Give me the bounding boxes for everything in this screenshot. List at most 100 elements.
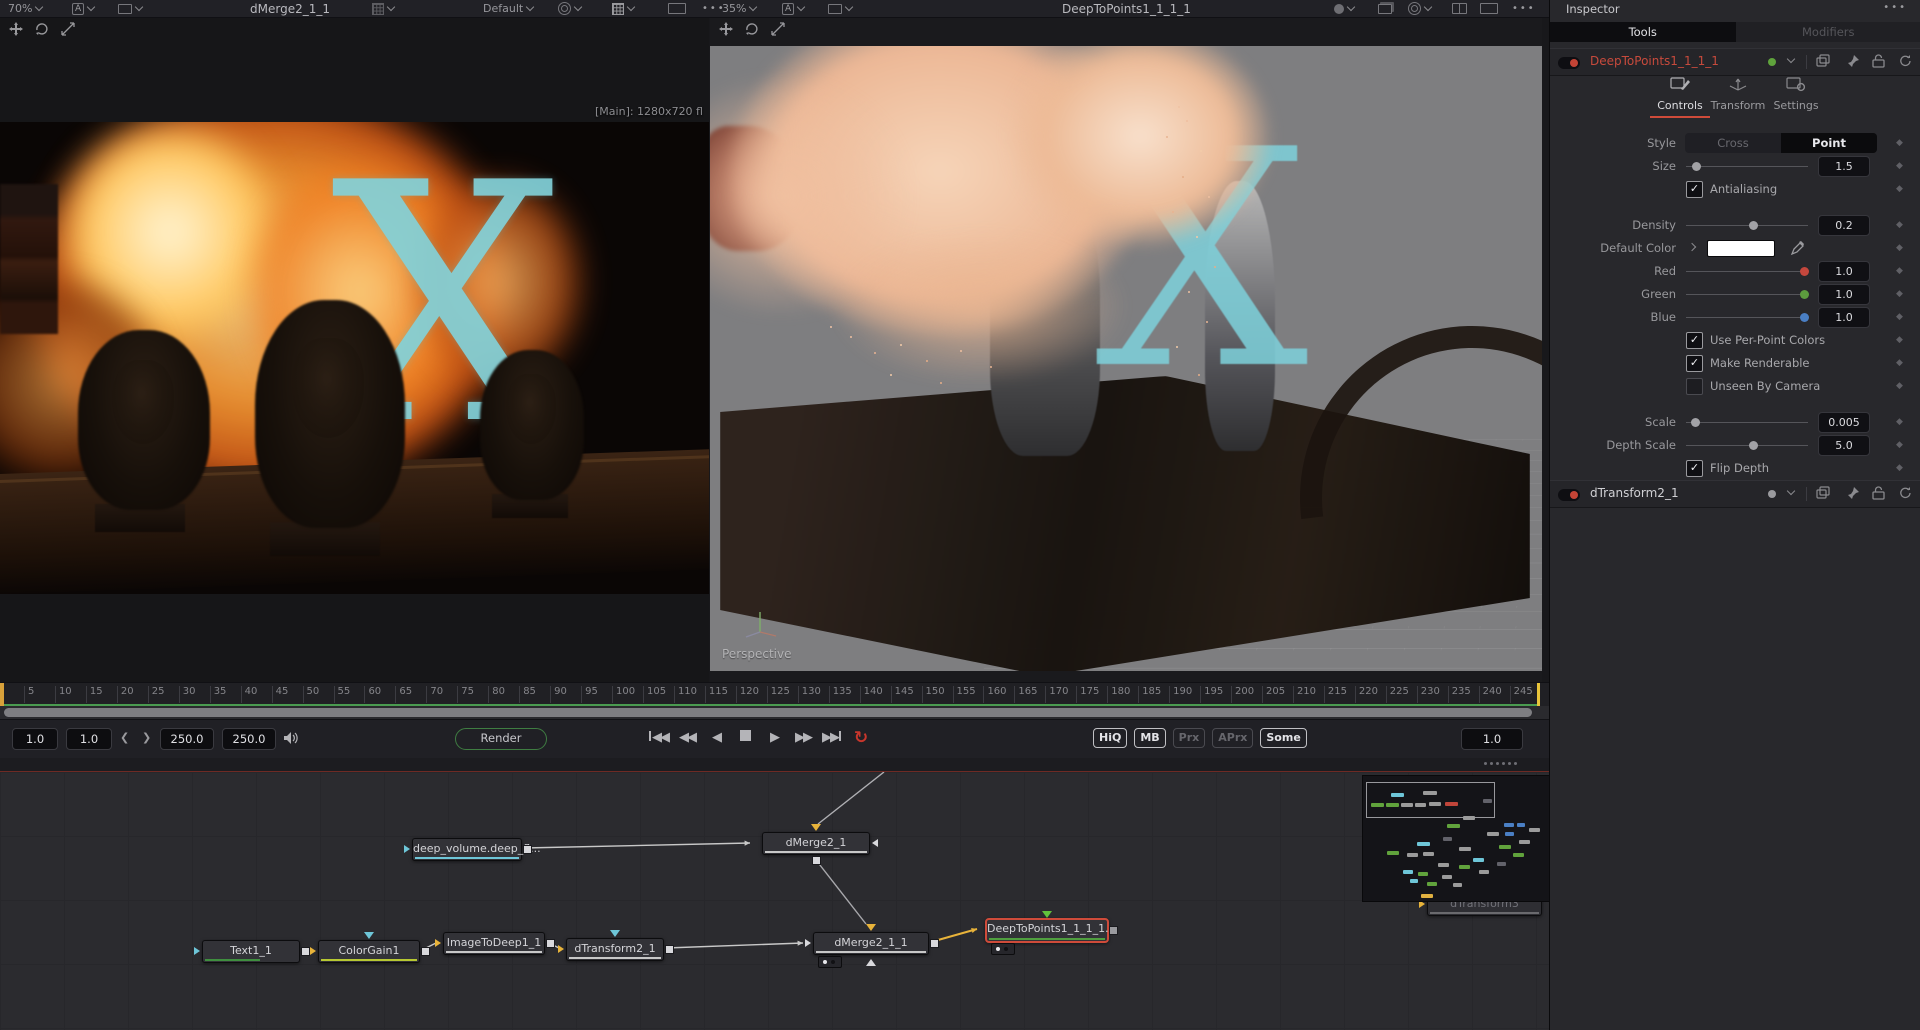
size-value-field[interactable]: 1.5 [1818, 156, 1870, 177]
timeline-ruler[interactable]: 5101520253035404550556065707580859095100… [0, 682, 1549, 707]
keyframe-diamond-icon[interactable]: ◆ [1896, 289, 1903, 299]
left-frame-icon[interactable] [668, 0, 686, 17]
chevron-down-icon[interactable] [1787, 487, 1795, 495]
step-forward-button[interactable]: ❯ [142, 728, 151, 748]
tab-tools[interactable]: Tools [1550, 22, 1736, 42]
render-end-field[interactable]: 250.0 [160, 728, 214, 750]
density-value-field[interactable]: 0.2 [1818, 215, 1870, 236]
copy-icon[interactable] [1816, 486, 1831, 500]
right-frame-icon[interactable] [1480, 0, 1498, 17]
node-graph-minimap[interactable] [1362, 775, 1549, 902]
rotate-icon[interactable] [34, 21, 50, 37]
node-input-top[interactable] [1042, 911, 1052, 918]
right-colorwheel-select[interactable] [1408, 0, 1431, 17]
pan-icon[interactable] [718, 21, 734, 37]
node-input-top[interactable] [811, 824, 821, 831]
red-value-field[interactable]: 1.0 [1818, 261, 1870, 282]
quality-some-button[interactable]: Some [1260, 728, 1306, 748]
graph-node-dtransform2-1[interactable]: dTransform2_1 [566, 938, 664, 961]
perspective-3d-view[interactable]: X Perspective [710, 46, 1542, 671]
style-option-point[interactable]: Point [1781, 133, 1877, 153]
left-grid-toggle[interactable] [372, 0, 394, 17]
node-output[interactable] [523, 845, 532, 854]
left-lut-select[interactable]: Default [483, 0, 533, 17]
node-input-top[interactable] [610, 930, 620, 937]
graph-node-dmerge2-1[interactable]: dMerge2_1 [762, 832, 870, 855]
step-back-button[interactable]: ❮ [120, 728, 129, 748]
render-button[interactable]: Render [455, 728, 547, 750]
timeline-scrollbar[interactable] [4, 708, 1532, 717]
pin-icon[interactable] [1846, 54, 1860, 68]
left-colorwheel-select[interactable] [558, 0, 581, 17]
node-editor-menu-icon[interactable] [1484, 762, 1517, 765]
right-circle-select[interactable] [1334, 0, 1354, 17]
red-slider[interactable] [1686, 271, 1808, 272]
lock-icon[interactable] [1872, 486, 1885, 500]
antialiasing-checkbox[interactable]: ✓ [1686, 181, 1703, 198]
node-enable-toggle[interactable] [1558, 57, 1580, 69]
scale-value-field[interactable]: 0.005 [1818, 412, 1870, 433]
node-output[interactable] [546, 939, 555, 948]
graph-node-dmerge2-1-1[interactable]: dMerge2_1_1 [813, 932, 929, 955]
keyframe-diamond-icon[interactable]: ◆ [1896, 381, 1903, 391]
subtab-controls[interactable]: Controls [1650, 76, 1710, 118]
left-viewer[interactable]: [Main]: 1280x720 fl X [0, 17, 709, 682]
quality-aprx-button[interactable]: APrx [1212, 728, 1253, 748]
node-input-top[interactable] [364, 932, 374, 939]
render-start-field[interactable]: 1.0 [66, 728, 112, 750]
fast-forward-button[interactable]: ▶▶ [793, 726, 813, 750]
right-channel-select[interactable]: A [782, 0, 804, 17]
graph-node-deep-volume-deep-fl-[interactable]: deep_volume.deep_fl... [412, 838, 522, 861]
right-viewer[interactable]: X Perspective [710, 17, 1542, 682]
right-more-menu[interactable]: ••• [1512, 0, 1536, 17]
checkbox[interactable]: ✓ [1686, 355, 1703, 372]
rewind-button[interactable]: ◀◀ [677, 726, 697, 750]
quality-mb-button[interactable]: MB [1134, 728, 1165, 748]
node-input-left[interactable] [558, 945, 564, 953]
node-input-right[interactable] [872, 839, 878, 847]
reset-icon[interactable] [1898, 486, 1912, 500]
loop-button[interactable]: ↻ [851, 726, 871, 750]
keyframe-diamond-icon[interactable]: ◆ [1896, 220, 1903, 230]
node-input-left[interactable] [435, 939, 441, 947]
zoom-fit-icon[interactable] [60, 21, 76, 37]
lock-icon[interactable] [1872, 54, 1885, 68]
left-layer-select[interactable] [118, 0, 142, 17]
range-start-marker[interactable] [0, 683, 4, 707]
node-output[interactable] [1109, 926, 1118, 935]
copy-icon[interactable] [1816, 54, 1831, 68]
left-channel-select[interactable]: A [72, 0, 94, 17]
checkbox[interactable]: ✓ [1686, 332, 1703, 349]
scale-slider[interactable] [1686, 422, 1808, 423]
checkbox[interactable] [1686, 378, 1703, 395]
keyframe-diamond-icon[interactable]: ◆ [1896, 417, 1903, 427]
right-layer-select[interactable] [828, 0, 852, 17]
node-output[interactable] [665, 945, 674, 954]
depth-scale-slider[interactable] [1686, 445, 1808, 446]
chevron-down-icon[interactable] [1787, 55, 1795, 63]
default-color-swatch[interactable] [1707, 240, 1775, 257]
green-value-field[interactable]: 1.0 [1818, 284, 1870, 305]
play-button[interactable]: ▶ [764, 726, 784, 750]
node-output[interactable] [930, 939, 939, 948]
stop-button[interactable] [735, 726, 755, 750]
node-header-deeptopoints[interactable]: DeepToPoints1_1_1_1 [1550, 48, 1920, 76]
right-zoom-select[interactable]: 35% [722, 0, 756, 17]
tab-modifiers[interactable]: Modifiers [1736, 22, 1920, 42]
blue-value-field[interactable]: 1.0 [1818, 307, 1870, 328]
keyframe-diamond-icon[interactable]: ◆ [1896, 243, 1903, 253]
graph-node-text1-1[interactable]: Text1_1 [202, 940, 300, 963]
subtab-settings[interactable]: Settings [1766, 76, 1826, 112]
blue-slider[interactable] [1686, 317, 1808, 318]
size-slider[interactable] [1686, 166, 1808, 167]
left-zoom-select[interactable]: 70% [8, 0, 42, 17]
node-input-left[interactable] [404, 845, 410, 853]
flip-depth-checkbox[interactable]: ✓ [1686, 460, 1703, 477]
inspector-menu-icon[interactable]: ••• [1883, 2, 1907, 13]
node-input-left[interactable] [805, 939, 811, 947]
node-input-left[interactable] [194, 947, 200, 955]
node-output[interactable] [301, 947, 310, 956]
graph-node-colorgain1[interactable]: ColorGain1 [318, 940, 420, 963]
node-header-dtransform[interactable]: dTransform2_1 [1550, 480, 1920, 508]
audio-icon[interactable] [282, 730, 300, 746]
